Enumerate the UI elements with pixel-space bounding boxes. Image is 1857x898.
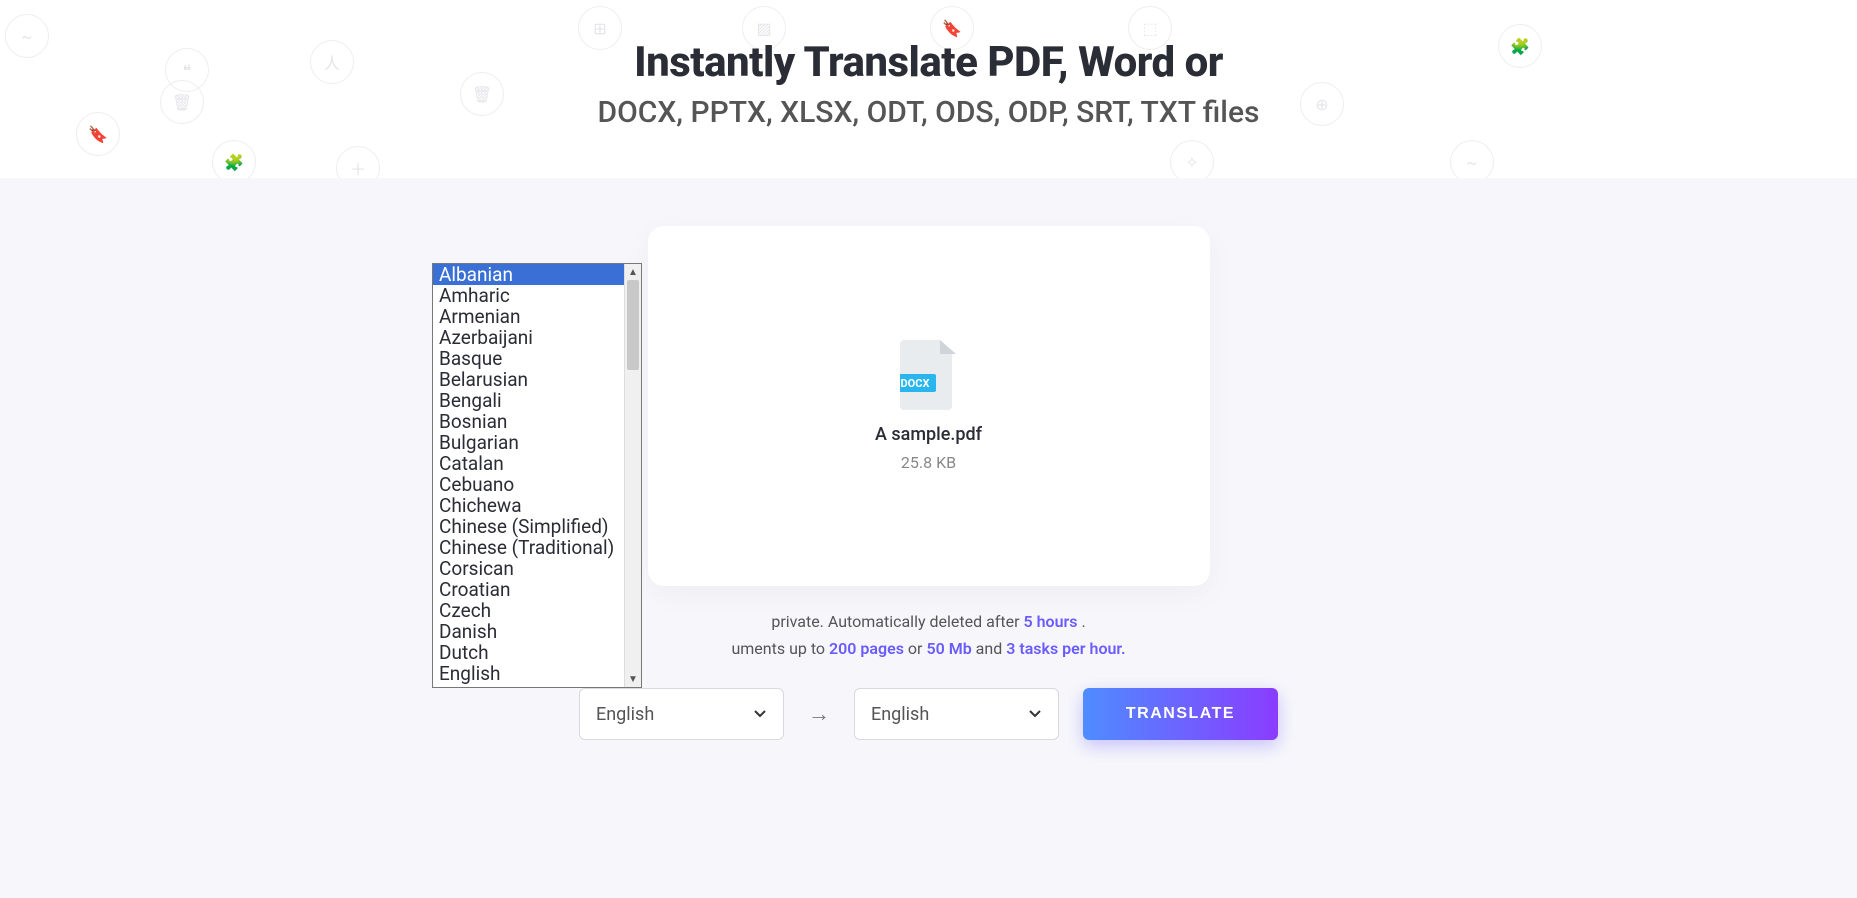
file-size: 25.8 KB — [901, 453, 956, 472]
svg-text:DOCX: DOCX — [901, 377, 930, 390]
language-option[interactable]: Cebuano — [433, 474, 624, 495]
language-option[interactable]: Chinese (Traditional) — [433, 537, 624, 558]
language-listbox[interactable]: AlbanianAmharicArmenianAzerbaijaniBasque… — [432, 263, 642, 688]
language-option[interactable]: Bulgarian — [433, 432, 624, 453]
language-option[interactable]: Corsican — [433, 558, 624, 579]
language-option[interactable]: Croatian — [433, 579, 624, 600]
language-option[interactable]: English — [433, 663, 624, 684]
language-option[interactable]: Bengali — [433, 390, 624, 411]
language-option[interactable]: Amharic — [433, 285, 624, 306]
language-option[interactable]: Dutch — [433, 642, 624, 663]
language-option[interactable]: Albanian — [433, 264, 624, 285]
language-option[interactable]: Chichewa — [433, 495, 624, 516]
document-icon: DOCX — [900, 340, 956, 410]
upload-card[interactable]: DOCX A sample.pdf 25.8 KB — [648, 226, 1210, 586]
language-option[interactable]: Catalan — [433, 453, 624, 474]
language-option[interactable]: Czech — [433, 600, 624, 621]
language-option[interactable]: Armenian — [433, 306, 624, 327]
language-option[interactable]: Basque — [433, 348, 624, 369]
target-language-value: English — [871, 704, 929, 725]
page-title: Instantly Translate PDF, Word or — [0, 38, 1857, 87]
chevron-down-icon — [753, 707, 767, 721]
translate-button[interactable]: TRANSLATE — [1083, 688, 1278, 740]
chevron-down-icon — [1028, 707, 1042, 721]
language-option[interactable]: Belarusian — [433, 369, 624, 390]
listbox-scrollbar[interactable]: ▲ ▼ — [624, 264, 641, 687]
page-subtitle: DOCX, PPTX, XLSX, ODT, ODS, ODP, SRT, TX… — [0, 95, 1857, 130]
arrow-right-icon: → — [808, 701, 830, 727]
language-option[interactable]: Danish — [433, 621, 624, 642]
scroll-up-arrow[interactable]: ▲ — [625, 264, 641, 280]
language-option[interactable]: Chinese (Simplified) — [433, 516, 624, 537]
source-language-value: English — [596, 704, 654, 725]
target-language-select[interactable]: English — [854, 688, 1059, 740]
privacy-note: private. Automatically deleted after 5 h… — [0, 608, 1857, 662]
language-option[interactable]: Bosnian — [433, 411, 624, 432]
scroll-down-arrow[interactable]: ▼ — [625, 671, 641, 687]
source-language-select[interactable]: English — [579, 688, 784, 740]
file-preview: DOCX A sample.pdf 25.8 KB — [875, 340, 982, 472]
file-name: A sample.pdf — [875, 424, 982, 445]
scrollbar-thumb[interactable] — [627, 280, 639, 370]
language-option[interactable]: Azerbaijani — [433, 327, 624, 348]
